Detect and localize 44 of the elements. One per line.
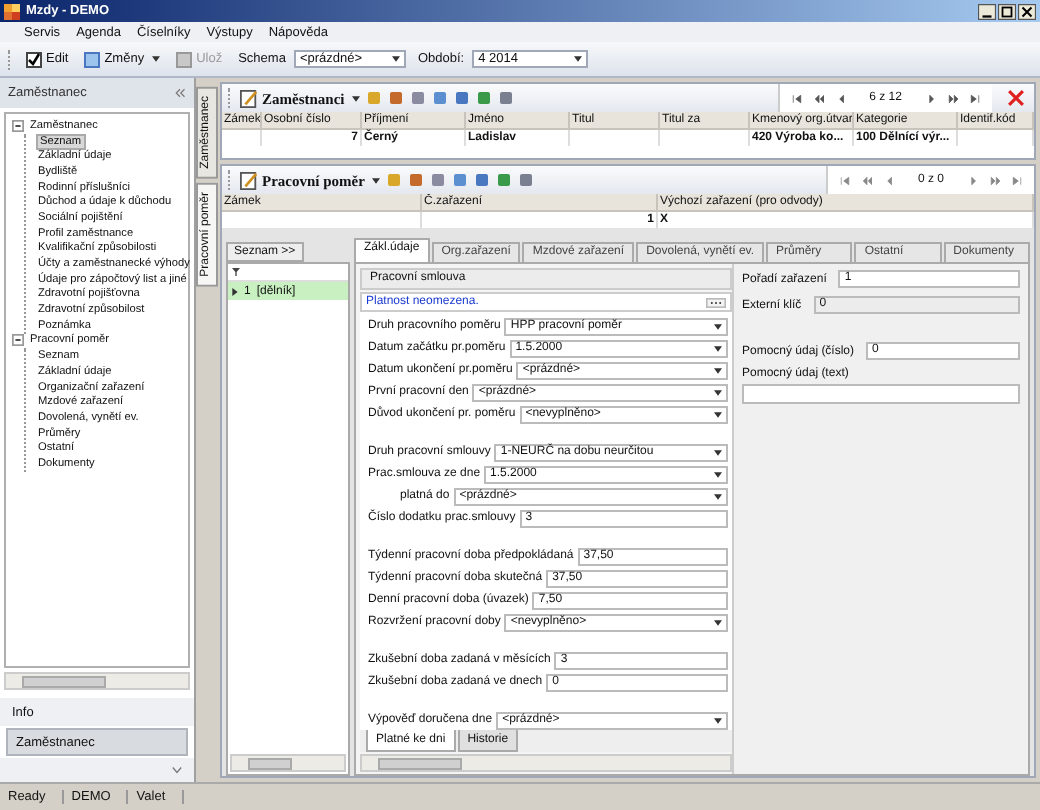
double-chevron-icon[interactable] [174, 88, 186, 98]
horizontal-scrollbar[interactable] [360, 754, 732, 772]
last-page-icon[interactable] [970, 93, 980, 103]
first-page-icon[interactable] [839, 175, 850, 185]
caret-icon [714, 389, 722, 395]
next-page-icon[interactable] [926, 93, 936, 103]
chevron-icon[interactable] [172, 766, 182, 774]
collapse-node-icon[interactable] [12, 119, 24, 132]
ellipsis-icon[interactable] [706, 297, 726, 307]
caret-icon [714, 471, 722, 477]
close-icon[interactable] [1018, 3, 1036, 19]
app-icon [4, 3, 20, 19]
caret-icon [574, 56, 583, 62]
minimize-icon[interactable] [978, 3, 996, 19]
filter-icon[interactable] [232, 268, 240, 276]
caret-icon [352, 95, 361, 101]
horizontal-scrollbar[interactable] [4, 672, 190, 690]
next-group-icon[interactable] [990, 175, 1000, 185]
caret-icon [372, 177, 381, 183]
first-page-icon[interactable] [791, 93, 802, 103]
previous-group-icon[interactable] [861, 175, 872, 185]
collapse-node-icon[interactable] [12, 334, 24, 347]
caret-icon [391, 56, 400, 62]
notepad-icon [240, 171, 258, 189]
caret-icon [714, 619, 722, 625]
row-pointer-icon [232, 287, 238, 295]
caret-icon [714, 411, 722, 417]
caret-icon [714, 717, 722, 723]
maximize-icon[interactable] [998, 3, 1016, 19]
next-group-icon[interactable] [948, 93, 958, 103]
previous-group-icon[interactable] [813, 93, 824, 103]
caret-icon [714, 367, 722, 373]
caret-icon [714, 345, 722, 351]
caret-icon [714, 449, 722, 455]
horizontal-scrollbar[interactable] [230, 754, 346, 772]
input-field[interactable] [742, 384, 1020, 404]
last-page-icon[interactable] [1012, 175, 1022, 185]
previous-page-icon[interactable] [835, 93, 846, 103]
notepad-icon [240, 89, 258, 107]
previous-page-icon[interactable] [883, 175, 894, 185]
caret-icon [152, 56, 161, 62]
caret-icon [714, 493, 722, 499]
next-page-icon[interactable] [968, 175, 978, 185]
caret-icon [714, 323, 722, 329]
